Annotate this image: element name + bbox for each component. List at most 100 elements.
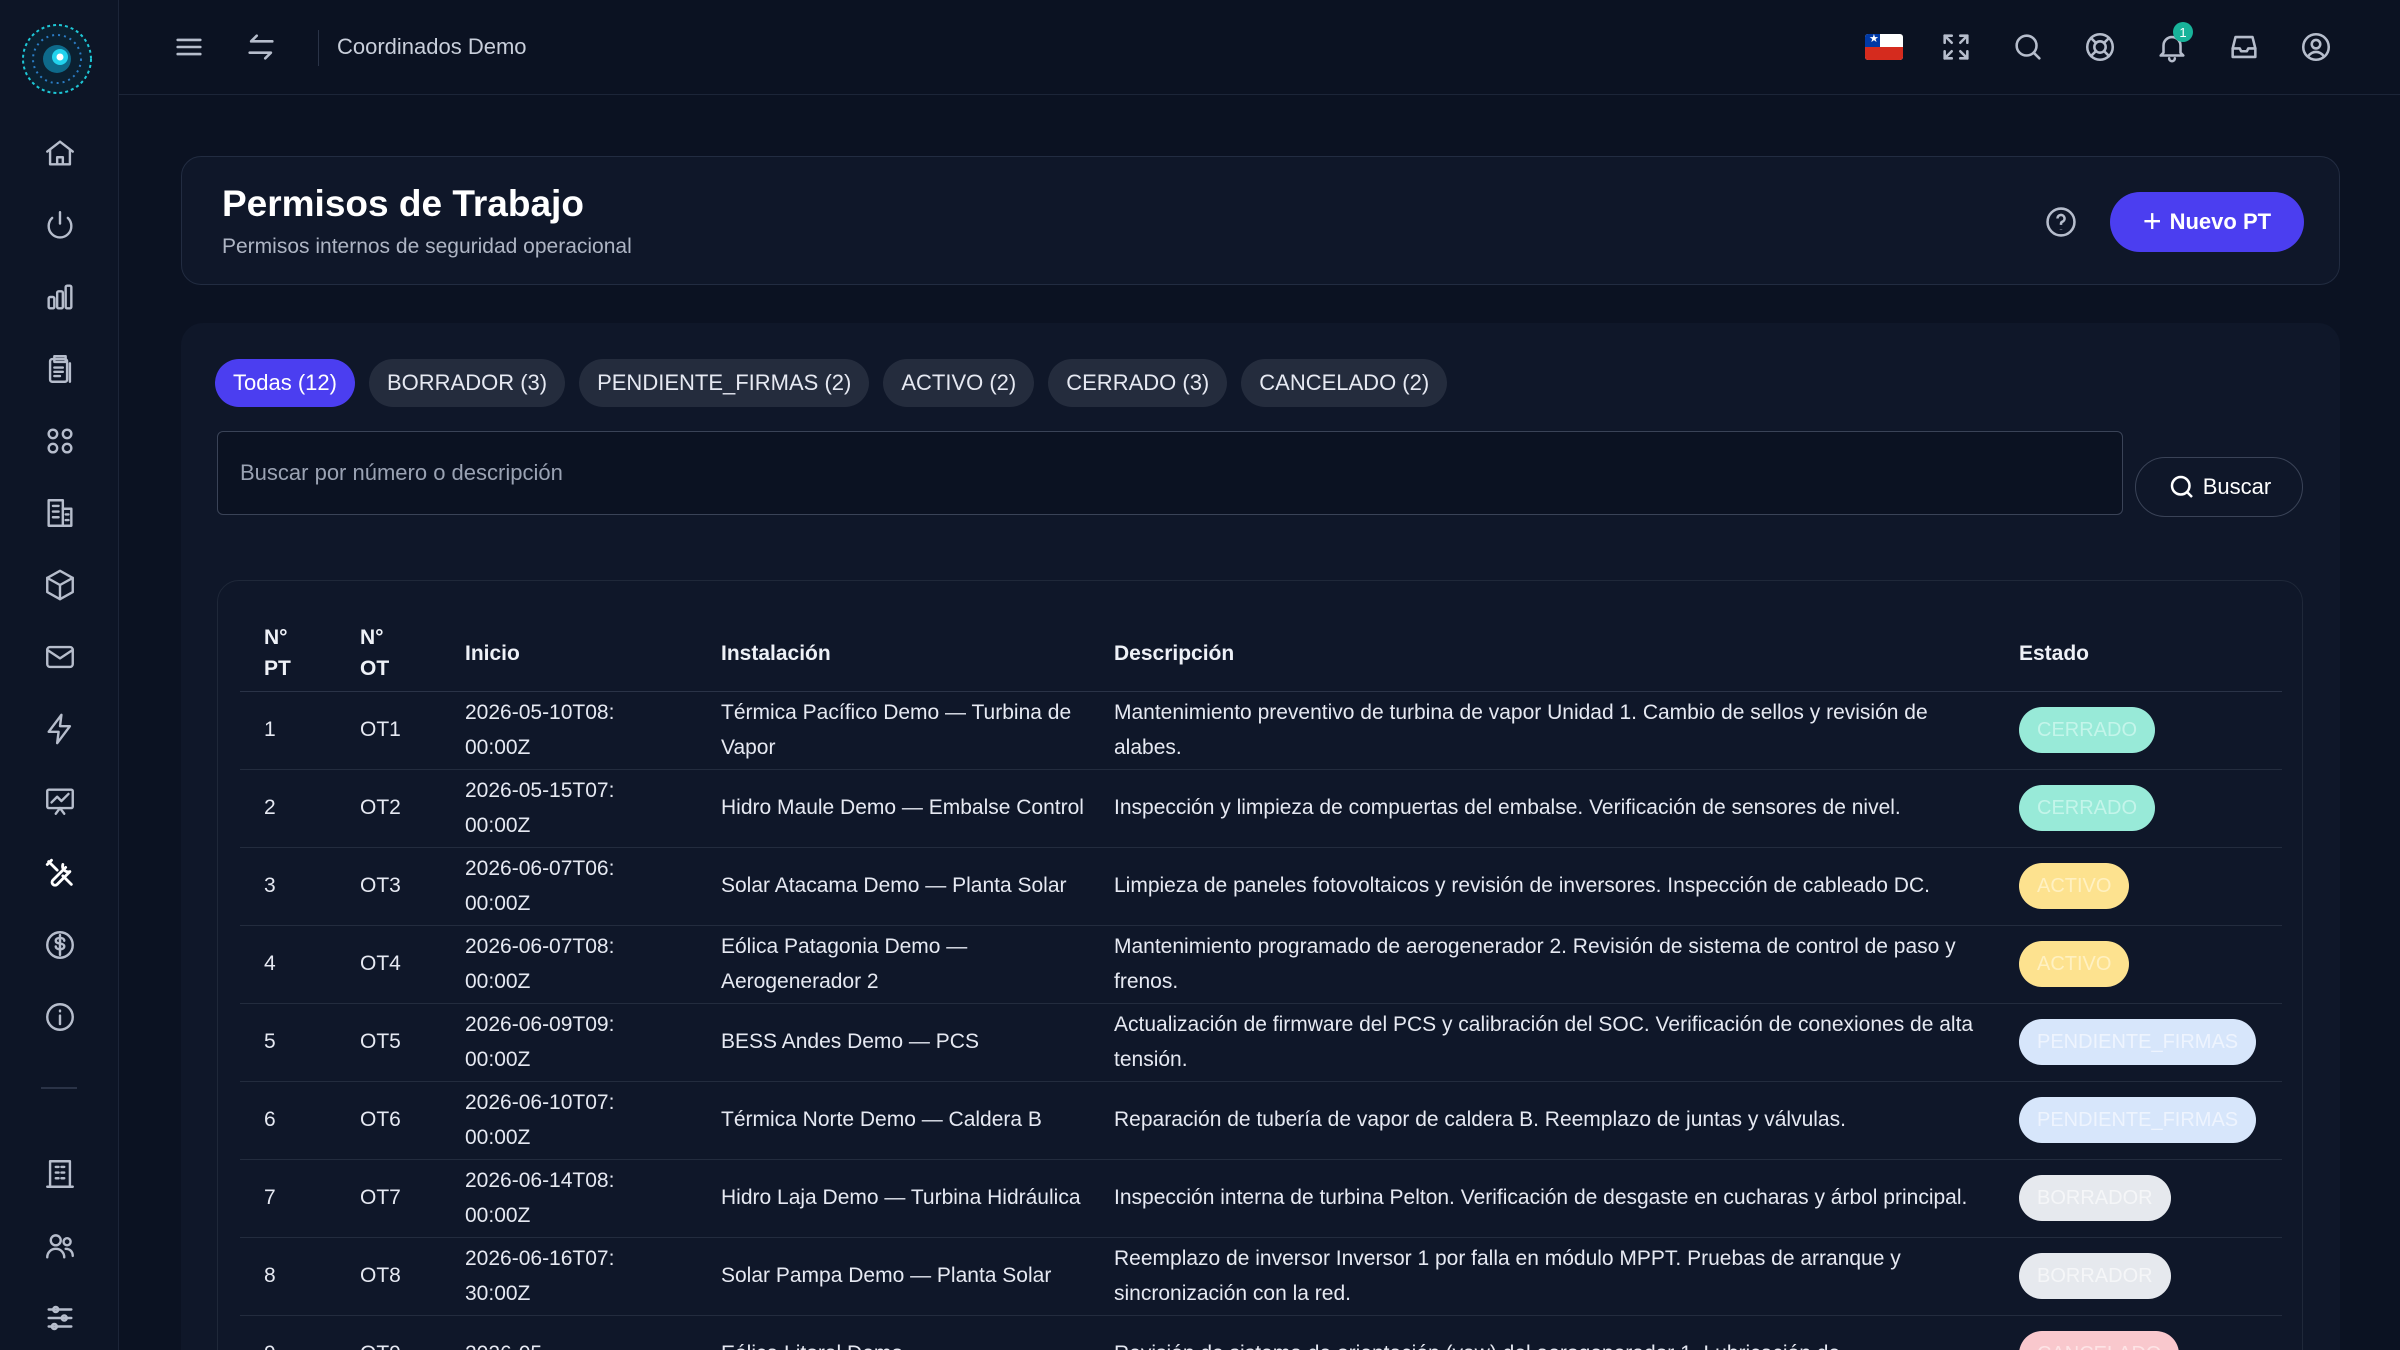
search-icon[interactable] xyxy=(2005,24,2051,70)
nav-lightning-icon[interactable] xyxy=(34,703,86,755)
menu-icon[interactable] xyxy=(166,24,212,70)
cell-description: Actualización de firmware del PCS y cali… xyxy=(1090,1003,1995,1082)
app-logo[interactable] xyxy=(18,16,96,102)
help-icon[interactable] xyxy=(2044,205,2078,239)
cell-pt-number: 1 xyxy=(240,691,336,770)
cell-ot-number: OT3 xyxy=(336,847,441,926)
tab-pendiente-firmas[interactable]: PENDIENTE_FIRMAS (2) xyxy=(579,359,870,407)
column-header-estado[interactable]: Estado xyxy=(1995,617,2282,692)
tab-cancelado[interactable]: CANCELADO (2) xyxy=(1241,359,1448,407)
table-header-row: N° PT N° OT Inicio Instalación Descripci… xyxy=(240,617,2282,692)
cell-start-date: 2026-06-07T08:00:00Z xyxy=(441,925,697,1004)
nav-grid-icon[interactable] xyxy=(34,415,86,467)
column-header-ot[interactable]: N° OT xyxy=(336,617,441,692)
permits-table: N° PT N° OT Inicio Instalación Descripci… xyxy=(240,617,2282,1350)
cell-start-date: 2026-05-10T08:00:00Z xyxy=(441,691,697,770)
organization-name[interactable]: Coordinados Demo xyxy=(337,34,527,60)
tab-todas[interactable]: Todas (12) xyxy=(215,359,355,407)
sidebar xyxy=(0,0,119,1350)
cell-installation: Solar Atacama Demo — Planta Solar xyxy=(697,847,1090,926)
fullscreen-icon[interactable] xyxy=(1933,24,1979,70)
table-row[interactable]: 3 OT3 2026-06-07T06:00:00Z Solar Atacama De… xyxy=(240,847,2282,926)
nav-dollar-icon[interactable] xyxy=(34,919,86,971)
table-row[interactable]: 8 OT8 2026-06-16T07:30:00Z Solar Pampa Demo… xyxy=(240,1237,2282,1316)
nav-clipboard-icon[interactable] xyxy=(34,343,86,395)
nav-mail-icon[interactable] xyxy=(34,631,86,683)
new-pt-button[interactable]: + Nuevo PT xyxy=(2110,192,2304,252)
status-badge: ACTIVO xyxy=(2019,941,2130,987)
page-title: Permisos de Trabajo xyxy=(222,183,584,224)
cell-start-date: 2026-05- xyxy=(441,1315,697,1350)
cell-status: BORRADOR xyxy=(1995,1159,2282,1238)
tab-activo[interactable]: ACTIVO (2) xyxy=(883,359,1035,407)
notifications-bell-icon[interactable]: 1 xyxy=(2149,22,2195,70)
cell-status: CANCELADO xyxy=(1995,1315,2282,1350)
table-row[interactable]: 6 OT6 2026-06-10T07:00:00Z Térmica Norte De… xyxy=(240,1081,2282,1160)
tab-cerrado[interactable]: CERRADO (3) xyxy=(1048,359,1228,407)
cell-pt-number: 7 xyxy=(240,1159,336,1238)
user-profile-icon[interactable] xyxy=(2293,24,2339,70)
cell-start-date: 2026-06-09T09:00:00Z xyxy=(441,1003,697,1082)
cell-pt-number: 2 xyxy=(240,769,336,848)
table-row[interactable]: 2 OT2 2026-05-15T07:00:00Z Hidro Maule Demo… xyxy=(240,769,2282,848)
cell-start-date: 2026-06-07T06:00:00Z xyxy=(441,847,697,926)
status-badge: BORRADOR xyxy=(2019,1175,2171,1221)
switch-arrows-icon[interactable] xyxy=(238,24,284,70)
cell-status: CERRADO xyxy=(1995,691,2282,770)
cell-start-date: 2026-06-10T07:00:00Z xyxy=(441,1081,697,1160)
cell-pt-number: 4 xyxy=(240,925,336,1004)
nav-power-icon[interactable] xyxy=(34,199,86,251)
status-badge: ACTIVO xyxy=(2019,863,2130,909)
support-lifebuoy-icon[interactable] xyxy=(2077,24,2123,70)
nav-home-icon[interactable] xyxy=(34,127,86,179)
cell-installation: Eólica Patagonia Demo — Aerogenerador 2 xyxy=(697,925,1090,1004)
cell-description: Reemplazo de inversor Inversor 1 por fal… xyxy=(1090,1237,1995,1316)
nav-sliders-icon[interactable] xyxy=(34,1292,86,1344)
cell-ot-number: OT7 xyxy=(336,1159,441,1238)
table-row[interactable]: 7 OT7 2026-06-14T08:00:00Z Hidro Laja Demo … xyxy=(240,1159,2282,1238)
column-header-pt[interactable]: N° PT xyxy=(240,617,336,692)
page-subtitle: Permisos internos de seguridad operacion… xyxy=(222,235,632,258)
nav-presentation-chart-icon[interactable] xyxy=(34,775,86,827)
cell-ot-number: OT6 xyxy=(336,1081,441,1160)
nav-info-icon[interactable] xyxy=(34,991,86,1043)
table-row[interactable]: 9OT92026-05-Eólica Litoral Demo —Revisió… xyxy=(240,1315,2282,1350)
cell-installation: Solar Pampa Demo — Planta Solar xyxy=(697,1237,1090,1316)
nav-office-icon[interactable] xyxy=(34,1148,86,1200)
table-row[interactable]: 4 OT4 2026-06-07T08:00:00Z Eólica Patagonia… xyxy=(240,925,2282,1004)
cell-status: PENDIENTE_FIRMAS xyxy=(1995,1081,2282,1160)
nav-users-icon[interactable] xyxy=(34,1220,86,1272)
table-row[interactable]: 5 OT5 2026-06-09T09:00:00Z BESS Andes Demo … xyxy=(240,1003,2282,1082)
cell-description: Inspección y limpieza de compuertas del … xyxy=(1090,769,1995,848)
nav-building-icon[interactable] xyxy=(34,487,86,539)
cell-pt-number: 3 xyxy=(240,847,336,926)
table-row[interactable]: 1 OT1 2026-05-10T08:00:00Z Térmica Pacífico… xyxy=(240,691,2282,770)
cell-description: Inspección interna de turbina Pelton. Ve… xyxy=(1090,1159,1995,1238)
nav-bar-chart-icon[interactable] xyxy=(34,271,86,323)
cell-description: Revisión de sistema de orientación (yaw)… xyxy=(1090,1315,1995,1350)
topbar-separator xyxy=(318,30,319,66)
cell-pt-number: 6 xyxy=(240,1081,336,1160)
nav-tools-icon[interactable] xyxy=(34,847,86,899)
status-badge: PENDIENTE_FIRMAS xyxy=(2019,1019,2257,1065)
status-filter-tabs: Todas (12) BORRADOR (3) PENDIENTE_FIRMAS… xyxy=(215,359,1448,407)
language-flag-chile-icon[interactable]: ★ xyxy=(1861,24,1907,70)
search-input[interactable] xyxy=(217,431,2123,515)
cell-pt-number: 8 xyxy=(240,1237,336,1316)
cell-ot-number: OT1 xyxy=(336,691,441,770)
column-header-descripcion[interactable]: Descripción xyxy=(1090,617,1995,692)
cell-status: CERRADO xyxy=(1995,769,2282,848)
nav-divider xyxy=(41,1087,77,1089)
inbox-icon[interactable] xyxy=(2221,24,2267,70)
tab-borrador[interactable]: BORRADOR (3) xyxy=(368,359,566,407)
cell-pt-number: 5 xyxy=(240,1003,336,1082)
column-header-instalacion[interactable]: Instalación xyxy=(697,617,1090,692)
cell-installation: Eólica Litoral Demo — xyxy=(697,1315,1090,1350)
cell-installation: Hidro Laja Demo — Turbina Hidráulica xyxy=(697,1159,1090,1238)
cell-description: Reparación de tubería de vapor de calder… xyxy=(1090,1081,1995,1160)
column-header-inicio[interactable]: Inicio xyxy=(441,617,697,692)
nav-cube-icon[interactable] xyxy=(34,559,86,611)
search-button[interactable]: Buscar xyxy=(2135,457,2303,517)
cell-start-date: 2026-06-14T08:00:00Z xyxy=(441,1159,697,1238)
status-badge: PENDIENTE_FIRMAS xyxy=(2019,1097,2257,1143)
